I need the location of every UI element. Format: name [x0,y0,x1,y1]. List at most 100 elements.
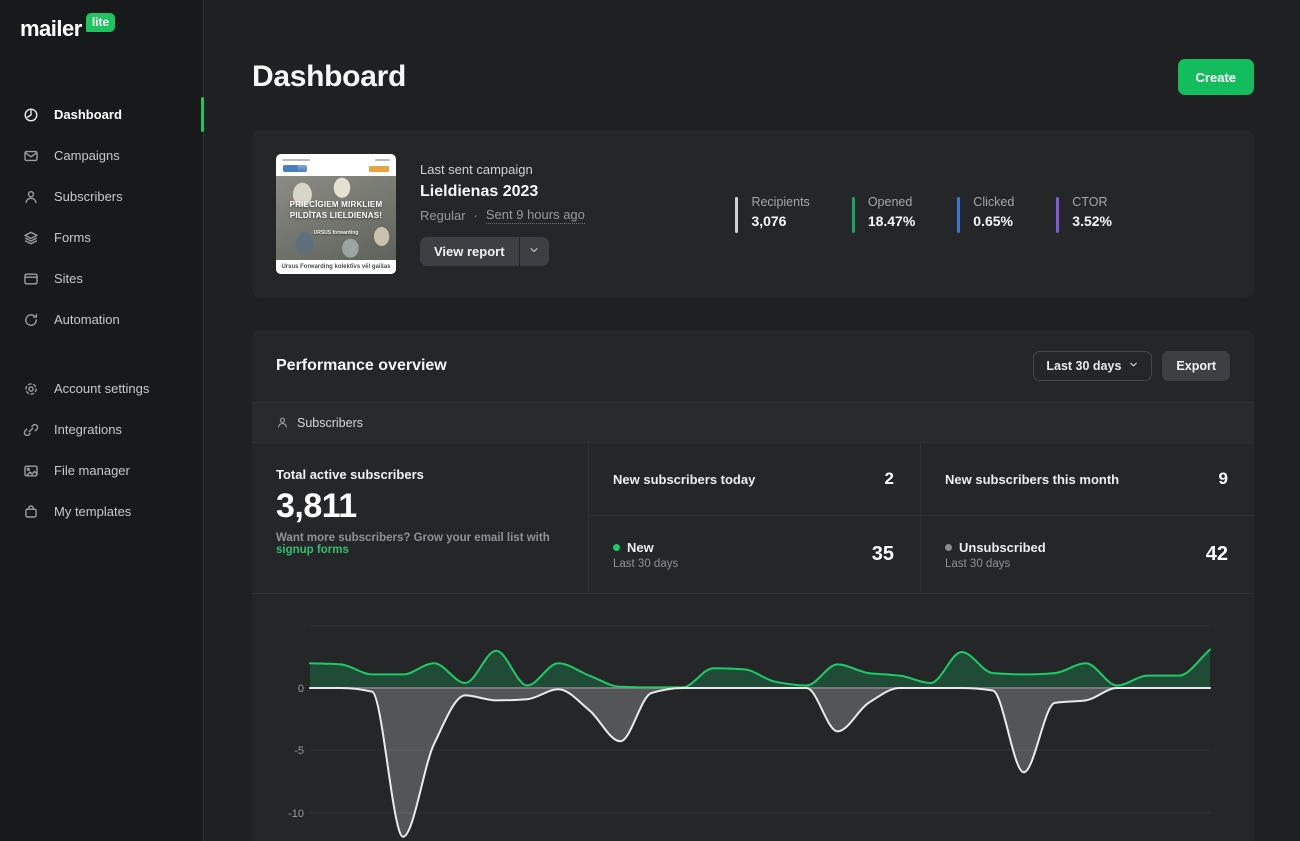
sidebar-item-label: Subscribers [54,189,123,204]
stat-label: Recipients [751,195,809,209]
create-button[interactable]: Create [1178,59,1254,95]
dashboard-icon [23,107,39,123]
kpi-value: 9 [1219,469,1228,489]
logo-wordmark: mailer [20,16,82,42]
stat-opened: Opened 18.47% [852,195,915,233]
campaign-sent-time[interactable]: Sent 9 hours ago [486,207,585,224]
sidebar-item-label: Sites [54,271,83,286]
sidebar-item-integrations[interactable]: Integrations [0,409,203,450]
sidebar-item-subscribers[interactable]: Subscribers [0,176,203,217]
bag-icon [23,504,39,520]
page-title: Dashboard [252,60,406,94]
total-value: 3,811 [276,487,562,526]
image-icon [23,463,39,479]
sidebar-item-my-templates[interactable]: My templates [0,491,203,532]
link-icon [23,422,39,438]
performance-actions: Last 30 days Export [1033,351,1230,381]
performance-header: Performance overview Last 30 days Export [252,330,1254,402]
export-button[interactable]: Export [1162,351,1230,381]
new-last-30-days-cell: New Last 30 days 35 [588,515,920,593]
chevron-down-icon [1128,359,1139,373]
new-subscribers-month-cell: New subscribers this month 9 [920,443,1254,515]
campaigns-icon [23,148,39,164]
performance-overview-card: Performance overview Last 30 days Export [252,330,1254,841]
performance-title: Performance overview [276,357,447,375]
stat-label: Clicked [973,195,1014,209]
subscriber-stats-grid: Total active subscribers 3,811 Want more… [252,443,1254,594]
sidebar-item-label: Integrations [54,422,122,437]
sidebar-item-label: Campaigns [54,148,120,163]
total-active-subscribers-cell: Total active subscribers 3,811 Want more… [252,443,588,593]
campaign-type: Regular [420,208,466,223]
campaign-actions: View report [420,237,585,266]
date-range-dropdown[interactable]: Last 30 days [1033,351,1152,381]
total-label: Total active subscribers [276,467,562,482]
campaign-thumbnail[interactable]: PRIECĪGIEM MIRKLIEM PILDĪTAS LIELDIENAS!… [276,154,396,274]
chevron-down-icon [528,244,540,259]
meta-separator: · [474,208,478,223]
sidebar-item-label: My templates [54,504,131,519]
performance-tabs: Subscribers [252,402,1254,443]
sidebar-item-label: Forms [54,230,91,245]
signup-forms-link[interactable]: signup forms [276,544,349,556]
thumbnail-logo-row [276,163,396,176]
thumbnail-footer: Ursus Forwarding kolektīvs vēl gaišas [276,260,396,274]
sites-icon [23,271,39,287]
app-window: mailer lite Dashboard Campaigns Subsc [0,0,1300,841]
sidebar-item-file-manager[interactable]: File manager [0,450,203,491]
sidebar-item-label: Dashboard [54,107,122,122]
new-series-dot [613,544,620,551]
main-content: Dashboard Create PRIECĪGIEM MIRKLIEM PIL… [204,0,1300,841]
sidebar-item-dashboard[interactable]: Dashboard [0,94,203,135]
view-report-button[interactable]: View report [420,237,519,266]
stat-bar [735,197,738,233]
sidebar-item-sites[interactable]: Sites [0,258,203,299]
sidebar-item-account-settings[interactable]: Account settings [0,368,203,409]
subscribers-chart: 0 -5 -10 [252,594,1254,841]
kpi-label: New subscribers today [613,472,755,487]
view-report-dropdown-button[interactable] [520,237,549,266]
unsubscribed-legend: Unsubscribed Last 30 days [945,540,1046,570]
ytick-m5: -5 [294,745,304,757]
sidebar-item-campaigns[interactable]: Campaigns [0,135,203,176]
kpi-value: 35 [872,543,894,566]
ytick-m10: -10 [288,808,304,820]
stat-bar [852,197,855,233]
legend-sub: Last 30 days [945,558,1046,570]
campaign-name: Lieldienas 2023 [420,183,585,201]
stat-value: 3.52% [1072,213,1112,229]
sidebar-item-label: File manager [54,463,130,478]
campaign-info: Last sent campaign Lieldienas 2023 Regul… [420,162,585,266]
stat-recipients: Recipients 3,076 [735,195,809,233]
stat-ctor: CTOR 3.52% [1056,195,1112,233]
tab-subscribers[interactable]: Subscribers [276,416,363,430]
thumbnail-photo: PRIECĪGIEM MIRKLIEM PILDĪTAS LIELDIENAS!… [276,176,396,260]
sidebar-item-label: Account settings [54,381,149,396]
thumbnail-cta [369,166,389,172]
unsubscribed-series-dot [945,544,952,551]
logo-lite-badge: lite [86,13,115,32]
subscribers-icon [23,189,39,205]
forms-icon [23,230,39,246]
performance-chart-svg: 0 -5 -10 [252,594,1254,841]
stat-clicked: Clicked 0.65% [957,195,1014,233]
mailerlite-logo[interactable]: mailer lite [0,0,203,42]
last-campaign-card: PRIECĪGIEM MIRKLIEM PILDĪTAS LIELDIENAS!… [252,130,1254,298]
sidebar-nav: Dashboard Campaigns Subscribers Forms [0,42,203,532]
ytick-0: 0 [298,683,304,695]
sidebar-item-forms[interactable]: Forms [0,217,203,258]
new-legend: New Last 30 days [613,540,678,570]
thumbnail-brand: URSUS forwarding [314,230,359,236]
stat-label: CTOR [1072,195,1112,209]
stat-value: 0.65% [973,213,1014,229]
kpi-label: New subscribers this month [945,472,1119,487]
thumbnail-headline: PRIECĪGIEM MIRKLIEM PILDĪTAS LIELDIENAS! [280,200,392,222]
unsubscribed-last-30-days-cell: Unsubscribed Last 30 days 42 [920,515,1254,593]
legend-sub: Last 30 days [613,558,678,570]
subscribers-icon [276,416,289,429]
thumbnail-logo [283,165,307,172]
kpi-value: 42 [1206,543,1228,566]
sidebar-item-automation[interactable]: Automation [0,299,203,340]
campaign-meta: Regular · Sent 9 hours ago [420,207,585,224]
page-header: Dashboard Create [252,56,1254,98]
